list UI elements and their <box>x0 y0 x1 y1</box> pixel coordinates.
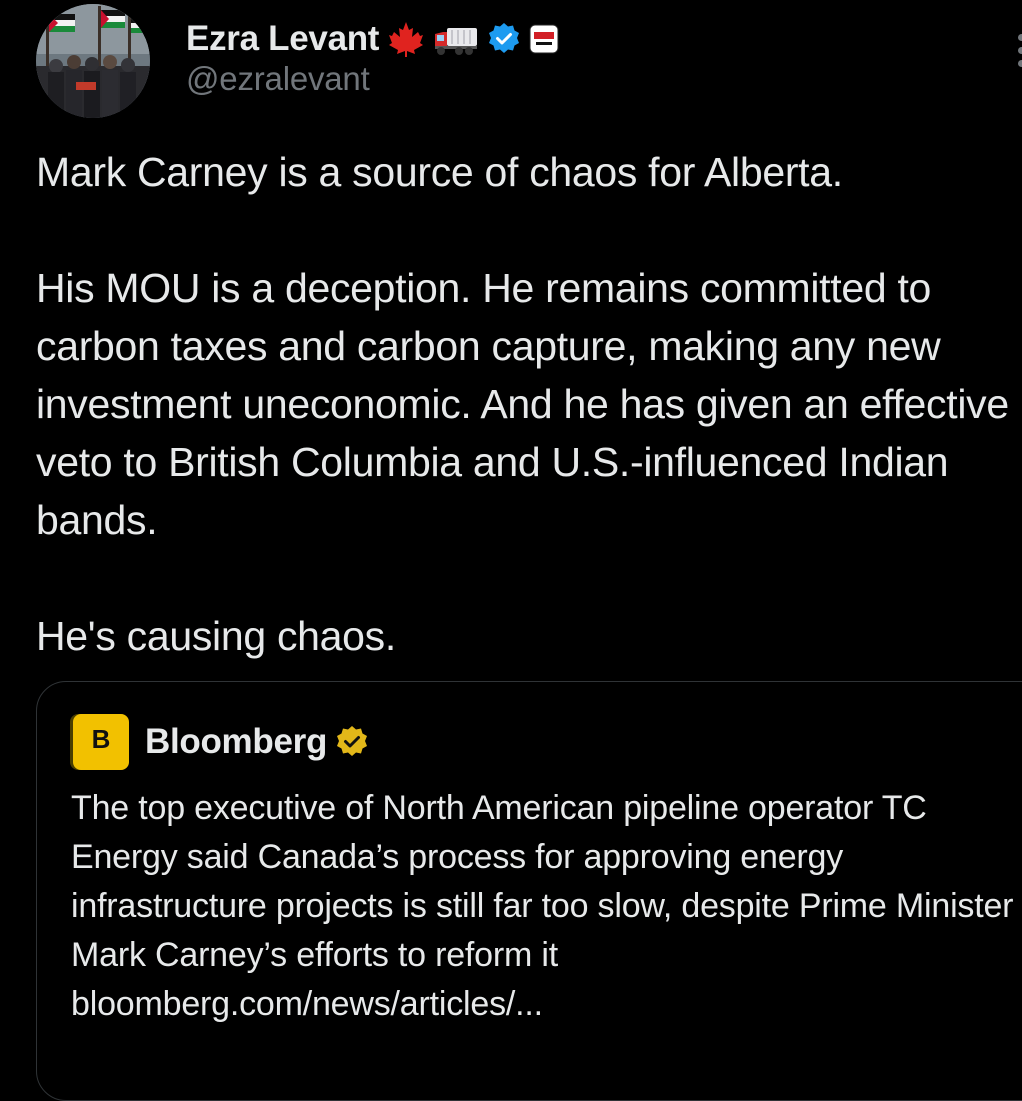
more-dot-icon <box>1018 34 1022 41</box>
bloomberg-avatar-letter: B <box>91 724 111 754</box>
tweet: Ezra Levant @ezralevant Mark Carney is a… <box>0 0 1022 1101</box>
more-options-button[interactable] <box>1004 30 1022 70</box>
author-avatar[interactable] <box>36 4 150 118</box>
truck-icon <box>433 20 479 58</box>
more-dot-icon <box>1018 47 1022 54</box>
tweet-paragraph: Mark Carney is a source of chaos for Alb… <box>36 149 843 195</box>
protest-crowd-photo <box>36 4 150 118</box>
more-dot-icon <box>1018 60 1022 67</box>
quoted-tweet-link[interactable]: bloomberg.com/news/articles/... <box>71 980 1021 1029</box>
author-display-name[interactable]: Ezra Levant <box>186 19 379 59</box>
tweet-paragraph: He's causing chaos. <box>36 613 396 659</box>
quoted-tweet-header: B Bloomberg <box>73 714 369 770</box>
author-name-row: Ezra Levant <box>186 16 559 62</box>
quoted-author-name[interactable]: Bloomberg <box>145 722 327 762</box>
author-handle[interactable]: @ezralevant <box>186 60 370 98</box>
rebel-news-logo-icon[interactable] <box>529 24 559 54</box>
verified-badge-icon[interactable] <box>487 22 521 56</box>
maple-leaf-icon <box>387 20 425 58</box>
bloomberg-avatar[interactable]: B <box>73 714 129 770</box>
tweet-text: Mark Carney is a source of chaos for Alb… <box>36 143 1011 665</box>
gold-verified-badge-icon[interactable] <box>335 725 369 759</box>
quoted-tweet-text: The top executive of North American pipe… <box>71 784 1021 1029</box>
quoted-tweet-body: The top executive of North American pipe… <box>71 789 1014 974</box>
tweet-paragraph: His MOU is a deception. He remains commi… <box>36 265 1009 543</box>
quoted-tweet-card[interactable]: B Bloomberg The top executive of North A… <box>36 681 1022 1101</box>
